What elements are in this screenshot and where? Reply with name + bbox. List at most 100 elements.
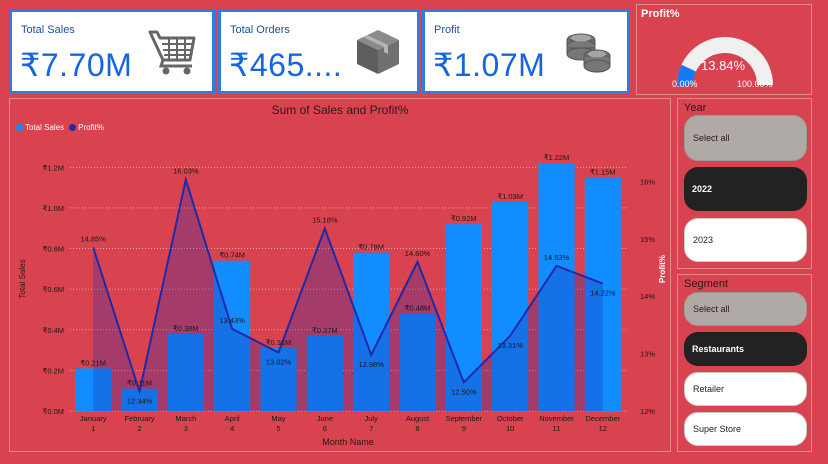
x-tick-label: 6: [323, 424, 327, 433]
x-tick-label: October: [497, 414, 524, 423]
gauge-max-label: 100.00%: [737, 79, 773, 89]
y2-tick-label: 14%: [640, 292, 655, 301]
profit-data-label: 14.85%: [80, 234, 106, 243]
y-tick-label: ₹0.6M: [43, 285, 64, 294]
sales-data-label: ₹1.22M: [544, 153, 570, 162]
profit-data-label: 13.43%: [219, 316, 245, 325]
sales-data-label: ₹0.37M: [312, 326, 338, 335]
x-tick-label: August: [406, 414, 430, 423]
total-orders-card[interactable]: Total Orders ₹465....: [218, 9, 420, 94]
package-box-icon: [357, 30, 399, 74]
profit-label: Profit: [434, 24, 460, 36]
x-tick-label: 11: [553, 424, 561, 433]
x-tick-label: 5: [276, 424, 280, 433]
total-orders-label: Total Orders: [230, 24, 290, 36]
sales-data-label: ₹0.48M: [405, 304, 431, 313]
option-label: 2022: [692, 184, 713, 194]
total-sales-label: Total Sales: [21, 24, 75, 36]
segment-option-retailer[interactable]: Retailer: [684, 372, 807, 406]
profit-percent-gauge-card[interactable]: Profit% 13.84% 0.00% 100.00%: [636, 4, 812, 95]
x-tick-label: July: [364, 414, 378, 423]
profit-card[interactable]: Profit ₹1.07M: [422, 9, 630, 94]
total-sales-value: ₹7.70M: [20, 47, 133, 83]
shopping-cart-icon: [148, 30, 196, 75]
x-tick-label: April: [225, 414, 240, 423]
y-tick-label: ₹0.0M: [43, 407, 64, 416]
combo-chart: ₹0.0M₹0.2M₹0.4M₹0.6M₹0.8M₹1.0M₹1.2M12%13…: [18, 153, 667, 447]
profit-data-label: 14.22%: [590, 289, 616, 298]
y-tick-label: ₹1.0M: [43, 204, 64, 213]
year-slicer[interactable]: Year Select all 2022 2023: [677, 98, 812, 269]
x-tick-label: 3: [184, 424, 188, 433]
x-tick-label: 10: [506, 424, 514, 433]
profit-data-label: 12.98%: [358, 360, 384, 369]
x-tick-label: September: [445, 414, 482, 423]
profit-data-label: 13.31%: [497, 341, 523, 350]
x-tick-label: December: [586, 414, 621, 423]
x-tick-label: January: [80, 414, 107, 423]
year-option-select-all[interactable]: Select all: [684, 115, 807, 161]
y-axis-title: Total Sales: [18, 259, 27, 298]
segment-option-select-all[interactable]: Select all: [684, 292, 807, 326]
option-label: Restaurants: [692, 344, 745, 354]
x-tick-label: 1: [91, 424, 95, 433]
gauge-value-label: 13.84%: [701, 58, 746, 73]
total-sales-card[interactable]: Total Sales ₹7.70M: [9, 9, 215, 94]
segment-slicer-title: Segment: [684, 278, 729, 290]
total-orders-value: ₹465....: [229, 47, 343, 83]
y2-axis-title: Profit%: [658, 255, 667, 283]
sales-data-label: ₹1.03M: [497, 192, 523, 201]
option-label: 2023: [693, 235, 714, 245]
x-tick-label: February: [124, 414, 154, 423]
y2-tick-label: 15%: [640, 235, 655, 244]
profit-value: ₹1.07M: [433, 47, 546, 83]
x-tick-label: 8: [415, 424, 419, 433]
profit-data-label: 14.60%: [405, 249, 431, 258]
x-tick-label: June: [317, 414, 333, 423]
option-label: Select all: [693, 304, 730, 314]
segment-option-super-store[interactable]: Super Store: [684, 412, 807, 446]
profit-data-label: 14.53%: [544, 253, 570, 262]
sales-data-label: ₹1.15M: [590, 167, 616, 176]
x-tick-label: 7: [369, 424, 373, 433]
profit-data-label: 16.03%: [173, 167, 199, 176]
year-slicer-title: Year: [684, 102, 707, 114]
profit-data-label: 12.34%: [127, 396, 153, 405]
sales-data-label: ₹0.11M: [127, 379, 152, 388]
profit-data-label: 13.02%: [266, 357, 292, 366]
x-tick-label: 4: [230, 424, 234, 433]
option-label: Super Store: [693, 424, 742, 434]
profit-data-label: 12.50%: [451, 387, 477, 396]
sales-data-label: ₹0.78M: [358, 243, 384, 252]
option-label: Retailer: [693, 384, 725, 394]
segment-option-restaurants[interactable]: Restaurants: [684, 332, 807, 366]
year-option-2023[interactable]: 2023: [684, 218, 807, 262]
y2-tick-label: 12%: [640, 407, 655, 416]
gauge-min-label: 0.00%: [672, 79, 698, 89]
dashboard-canvas: Total Sales ₹7.70M Total Orders ₹465....…: [0, 0, 828, 464]
x-tick-label: March: [175, 414, 196, 423]
y-tick-label: ₹0.4M: [43, 326, 64, 335]
sales-data-label: ₹0.31M: [266, 338, 292, 347]
segment-slicer[interactable]: Segment Select all Restaurants Retailer …: [677, 274, 812, 452]
y-tick-label: ₹0.2M: [43, 366, 64, 375]
x-tick-label: 9: [462, 424, 466, 433]
x-tick-label: November: [539, 414, 574, 423]
coin-stack-icon: [566, 33, 611, 73]
y-tick-label: ₹1.2M: [43, 163, 64, 172]
sales-data-label: ₹0.21M: [80, 358, 106, 367]
sales-data-label: ₹0.92M: [451, 214, 477, 223]
profit-gauge: [677, 37, 773, 86]
sales-data-label: ₹0.74M: [219, 251, 245, 260]
sales-profit-chart-card[interactable]: Sum of Sales and Profit% Total Sales Pro…: [9, 98, 671, 452]
x-tick-label: 12: [599, 424, 607, 433]
x-tick-label: 2: [137, 424, 141, 433]
option-label: Select all: [693, 133, 730, 143]
x-axis-title: Month Name: [322, 437, 374, 447]
sales-data-label: ₹0.38M: [173, 324, 199, 333]
profit-data-label: 15.18%: [312, 215, 338, 224]
x-tick-label: May: [271, 414, 285, 423]
year-option-2022[interactable]: 2022: [684, 167, 807, 211]
y2-tick-label: 16%: [640, 177, 655, 186]
y-tick-label: ₹0.8M: [43, 245, 64, 254]
